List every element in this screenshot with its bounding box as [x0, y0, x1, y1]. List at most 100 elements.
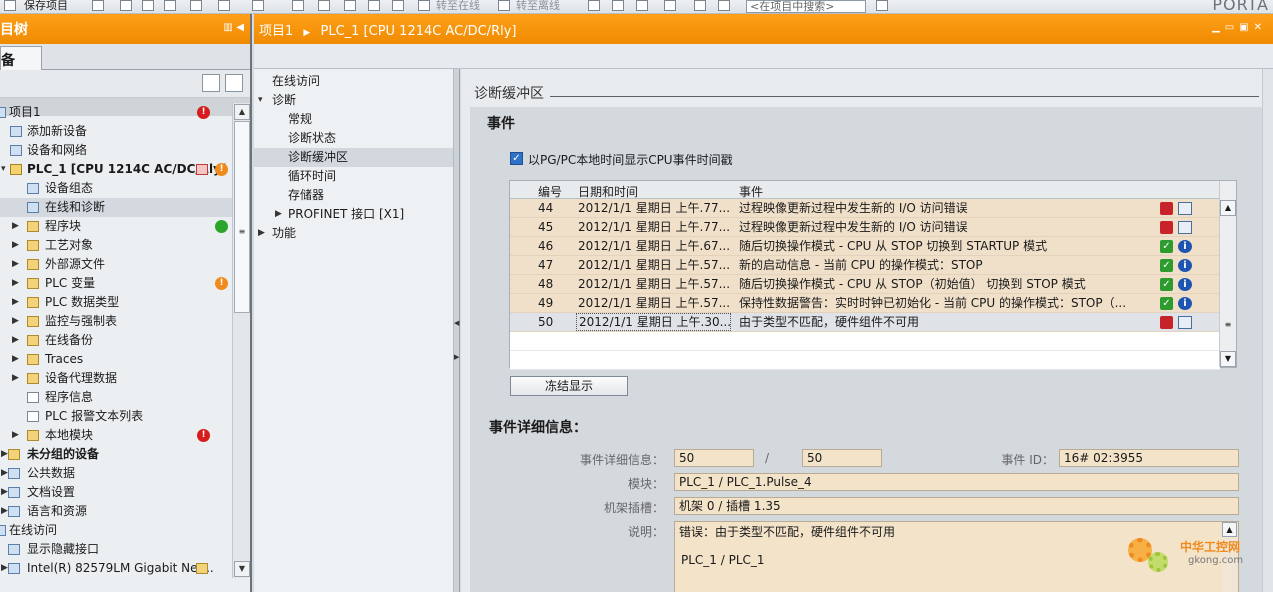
expand-arrow-icon[interactable]: ▶ — [12, 236, 19, 255]
expand-arrow-icon[interactable]: ▶ — [12, 274, 19, 293]
undo-icon[interactable] — [218, 0, 230, 11]
tree-item-plc[interactable]: ▾ PLC_1 [CPU 1214C AC/DC/Rly] ! — [0, 160, 232, 179]
cross-reference-icon[interactable] — [664, 0, 676, 11]
tree-item-watch-force-tables[interactable]: ▶ 监控与强制表 — [0, 312, 232, 331]
nav-memory[interactable]: 存储器 — [254, 186, 453, 205]
table-row[interactable]: 48 2012/1/1 星期日 上午.57... 随后切换操作模式 - CPU … — [510, 275, 1220, 294]
tree-item-document-settings[interactable]: ▶ 文档设置 — [0, 483, 232, 502]
editor-splitter[interactable]: ◀ ▶ — [454, 69, 460, 592]
events-table-scrollbar[interactable]: ▲ ≡ ▼ — [1219, 181, 1236, 367]
copy-icon[interactable] — [142, 0, 154, 11]
tree-item-common-data[interactable]: ▶ 公共数据 — [0, 464, 232, 483]
column-number[interactable]: 编号 — [538, 183, 562, 200]
details-view-icon[interactable] — [202, 74, 220, 92]
download-icon[interactable] — [318, 0, 330, 11]
tree-item-ungrouped-devices[interactable]: ▶ 未分组的设备 — [0, 445, 232, 464]
tree-item-traces[interactable]: ▶ Traces — [0, 350, 232, 369]
table-row[interactable]: 44 2012/1/1 星期日 上午.77... 过程映像更新过程中发生新的 I… — [510, 199, 1220, 218]
column-event[interactable]: 事件 — [739, 183, 763, 200]
nav-functions[interactable]: ▶ 功能 — [254, 224, 453, 243]
scroll-up-icon[interactable]: ▲ — [234, 104, 250, 120]
split-vertical-icon[interactable] — [718, 0, 730, 11]
compile-icon[interactable] — [292, 0, 304, 11]
tree-item-plc-data-types[interactable]: ▶ PLC 数据类型 — [0, 293, 232, 312]
expand-arrow-icon[interactable]: ▶ — [12, 217, 19, 236]
nav-diagnostics[interactable]: ▾ 诊断 — [254, 91, 453, 110]
table-row[interactable]: 45 2012/1/1 星期日 上午.77... 过程映像更新过程中发生新的 I… — [510, 218, 1220, 237]
collapse-arrow-icon[interactable]: ▾ — [1, 160, 6, 179]
upload-icon[interactable] — [344, 0, 356, 11]
tree-item-add-device[interactable]: 添加新设备 — [0, 122, 232, 141]
go-online-button[interactable]: 转至在线 — [436, 0, 480, 13]
search-icon[interactable] — [876, 0, 888, 11]
scroll-up-icon[interactable]: ▲ — [1220, 200, 1236, 216]
tree-item-network-adapter[interactable]: ▶ Intel(R) 82579LM Gigabit Net... — [0, 559, 232, 578]
tree-item-devices-networks[interactable]: 设备和网络 — [0, 141, 232, 160]
tree-item-online-access[interactable]: 在线访问 — [0, 521, 232, 540]
table-row[interactable]: 47 2012/1/1 星期日 上午.57... 新的启动信息 - 当前 CPU… — [510, 256, 1220, 275]
tree-item-project[interactable]: 项目1 ! — [0, 103, 232, 122]
expand-arrow-icon[interactable]: ▶ — [258, 224, 265, 243]
tree-item-program-blocks[interactable]: ▶ 程序块 — [0, 217, 232, 236]
paste-icon[interactable] — [164, 0, 176, 11]
go-offline-icon[interactable] — [498, 0, 510, 11]
tree-item-plc-tags[interactable]: ▶ PLC 变量 ! — [0, 274, 232, 293]
splitter-left-icon[interactable]: ◀ — [454, 319, 459, 327]
stop-cpu-icon[interactable] — [636, 0, 648, 11]
redo-icon[interactable] — [252, 0, 264, 11]
go-offline-button[interactable]: 转至离线 — [516, 0, 560, 13]
tree-item-device-config[interactable]: 设备组态 — [0, 179, 232, 198]
go-online-icon[interactable] — [418, 0, 430, 11]
nav-diagnostic-buffer[interactable]: 诊断缓冲区 — [254, 148, 453, 167]
collapse-arrow-icon[interactable]: ▾ — [258, 91, 263, 110]
scroll-down-icon[interactable]: ▼ — [234, 561, 250, 577]
print-icon[interactable] — [92, 0, 104, 11]
start-cpu-icon[interactable] — [612, 0, 624, 11]
nav-diagnostic-status[interactable]: 诊断状态 — [254, 129, 453, 148]
delete-icon[interactable] — [190, 0, 202, 11]
tab-devices[interactable]: 备 — [0, 46, 42, 70]
stop-icon[interactable] — [392, 0, 404, 11]
nav-profinet-interface[interactable]: ▶ PROFINET 接口 [X1] — [254, 205, 453, 224]
tree-scrollbar[interactable]: ▲ ≡ ▼ — [232, 103, 250, 578]
split-horizontal-icon[interactable] — [694, 0, 706, 11]
overview-icon[interactable] — [225, 74, 243, 92]
tree-item-alarm-text-lists[interactable]: PLC 报警文本列表 — [0, 407, 232, 426]
expand-arrow-icon[interactable]: ▶ — [12, 312, 19, 331]
save-project-button[interactable]: 保存项目 — [24, 0, 68, 13]
expand-arrow-icon[interactable]: ▶ — [12, 426, 19, 445]
expand-arrow-icon[interactable]: ▶ — [12, 369, 19, 388]
expand-arrow-icon[interactable]: ▶ — [1, 559, 8, 578]
content-scrollbar[interactable] — [1262, 69, 1273, 592]
tree-item-languages-resources[interactable]: ▶ 语言和资源 — [0, 502, 232, 521]
expand-arrow-icon[interactable]: ▶ — [275, 205, 282, 224]
accessible-devices-icon[interactable] — [588, 0, 600, 11]
panel-collapse-icon[interactable]: ▥ ◀ — [223, 22, 244, 33]
expand-arrow-icon[interactable]: ▶ — [1, 483, 8, 502]
tree-item-technology-objects[interactable]: ▶ 工艺对象 — [0, 236, 232, 255]
nav-general[interactable]: 常规 — [254, 110, 453, 129]
breadcrumb-device[interactable]: PLC_1 [CPU 1214C AC/DC/Rly] — [320, 24, 516, 39]
simulation-icon[interactable] — [368, 0, 380, 11]
scroll-thumb[interactable] — [234, 121, 250, 313]
freeze-display-button[interactable]: 冻结显示 — [510, 376, 628, 396]
expand-arrow-icon[interactable]: ▶ — [12, 350, 19, 369]
nav-cycle-time[interactable]: 循环时间 — [254, 167, 453, 186]
table-row-selected[interactable]: 50 2012/1/1 星期日 上午.30... 由于类型不匹配，硬件组件不可用 — [510, 313, 1220, 332]
project-search-input[interactable]: <在项目中搜索> — [746, 0, 866, 13]
expand-arrow-icon[interactable]: ▶ — [12, 331, 19, 350]
tree-item-show-hidden-interfaces[interactable]: 显示隐藏接口 — [0, 540, 232, 559]
splitter-right-icon[interactable]: ▶ — [454, 353, 459, 361]
column-datetime[interactable]: 日期和时间 — [578, 183, 638, 200]
expand-arrow-icon[interactable]: ▶ — [1, 445, 8, 464]
tree-item-local-modules[interactable]: ▶ 本地模块 ! — [0, 426, 232, 445]
window-controls-icon[interactable]: ▁▭▣✕ — [1212, 22, 1267, 33]
tree-item-program-info[interactable]: 程序信息 — [0, 388, 232, 407]
tree-item-external-sources[interactable]: ▶ 外部源文件 — [0, 255, 232, 274]
scroll-down-icon[interactable]: ▼ — [1220, 351, 1236, 367]
breadcrumb-project[interactable]: 项目1 — [259, 24, 293, 39]
local-time-checkbox[interactable]: ✓ — [510, 152, 523, 165]
table-row[interactable]: 46 2012/1/1 星期日 上午.67... 随后切换操作模式 - CPU … — [510, 237, 1220, 256]
expand-arrow-icon[interactable]: ▶ — [12, 293, 19, 312]
expand-arrow-icon[interactable]: ▶ — [1, 464, 8, 483]
